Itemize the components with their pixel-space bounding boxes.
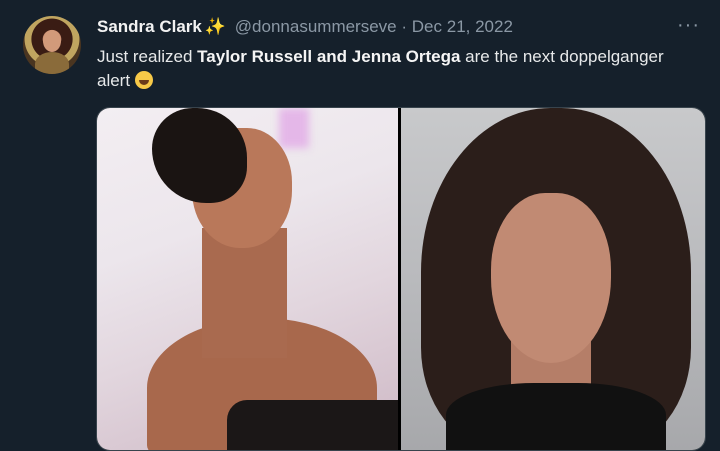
crying-face-icon [134,71,153,89]
media-image-left[interactable] [97,108,398,450]
figure-dress [227,400,398,450]
author-handle[interactable]: @donnasummerseve [235,17,397,36]
tweet-text-bold: Taylor Russell and Jenna Ortega [197,47,461,66]
figure-hair [152,108,247,203]
more-options-icon[interactable]: ··· [677,14,700,37]
sparkles-icon: ✨ [204,17,227,36]
avatar-face [43,30,61,52]
media-image-right[interactable] [401,108,705,450]
avatar-body [35,52,69,74]
background-light [279,108,309,148]
figure-top [446,383,666,450]
figure-face [491,193,611,363]
author-avatar[interactable] [23,16,81,74]
author-name[interactable]: Sandra Clark [97,17,202,36]
tweet-text: Just realized Taylor Russell and Jenna O… [97,45,697,93]
tweet-date[interactable]: Dec 21, 2022 [412,17,513,36]
separator-dot: · [401,17,408,36]
tweet-header: Sandra Clark ✨ @donnasummerseve · Dec 21,… [97,17,513,37]
tweet[interactable]: Sandra Clark ✨ @donnasummerseve · Dec 21,… [0,0,720,451]
tweet-media[interactable] [96,107,706,451]
tweet-text-prefix: Just realized [97,47,198,66]
